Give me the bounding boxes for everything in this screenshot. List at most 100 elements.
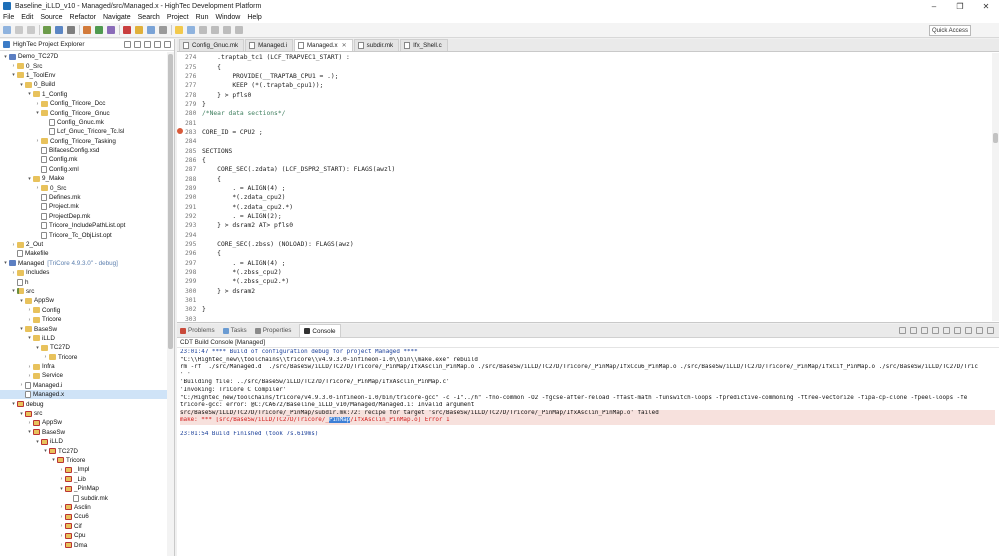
collapsed-arrow-icon[interactable]: › <box>58 523 65 529</box>
menu-edit[interactable]: Edit <box>21 14 33 21</box>
tree-item[interactable]: ▾ TC27D <box>0 343 168 352</box>
save-all-icon[interactable] <box>27 26 35 34</box>
tree-item[interactable]: ▾ 1_ToolEnv <box>0 71 168 80</box>
menu-search[interactable]: Search <box>138 14 160 21</box>
collapse-all-icon[interactable] <box>124 41 131 48</box>
tree-item[interactable]: ▾ Config_Tricore_Gnuc <box>0 108 168 117</box>
copy-icon[interactable] <box>943 327 950 334</box>
collapsed-arrow-icon[interactable]: › <box>58 504 65 510</box>
maximize-view-icon[interactable] <box>987 327 994 334</box>
view-menu-icon[interactable] <box>144 41 151 48</box>
expanded-arrow-icon[interactable]: ▾ <box>2 54 9 60</box>
menu-project[interactable]: Project <box>167 14 189 21</box>
tree-item[interactable]: Tricore_IncludePathList.opt <box>0 221 168 230</box>
tree-item[interactable]: Managed.x <box>0 390 168 400</box>
code-view[interactable]: 274 .traptab_tc1 (LCF_TRAPVEC1_START) :2… <box>177 53 992 321</box>
tree-item[interactable]: Defines.mk <box>0 193 168 202</box>
display-selected-console-icon[interactable] <box>954 327 961 334</box>
collapsed-arrow-icon[interactable]: › <box>34 101 41 107</box>
collapsed-arrow-icon[interactable]: › <box>10 242 17 248</box>
tree-item[interactable]: › Service <box>0 371 168 380</box>
collapsed-arrow-icon[interactable]: › <box>34 138 41 144</box>
tree-item[interactable]: BifacesConfig.xsd <box>0 146 168 155</box>
new-icon[interactable] <box>3 26 11 34</box>
expanded-arrow-icon[interactable]: ▾ <box>18 326 25 332</box>
expanded-arrow-icon[interactable]: ▾ <box>2 260 9 266</box>
back-icon[interactable] <box>223 26 231 34</box>
tree-item[interactable]: ProjectDep.mk <box>0 212 168 221</box>
run-icon[interactable] <box>95 26 103 34</box>
collapsed-arrow-icon[interactable]: › <box>58 467 65 473</box>
menu-source[interactable]: Source <box>40 14 62 21</box>
highlight-icon[interactable] <box>175 26 183 34</box>
tree-item[interactable]: › Infra <box>0 362 168 371</box>
tree-item[interactable]: ▾ AppSw <box>0 296 168 305</box>
tree-item[interactable]: › Asclin <box>0 503 168 512</box>
show-whitespace-icon[interactable] <box>187 26 195 34</box>
tree-item[interactable]: Makefile <box>0 249 168 258</box>
tree-item[interactable]: › 2_Out <box>0 240 168 249</box>
menu-navigate[interactable]: Navigate <box>103 14 131 21</box>
tree-item[interactable]: ▾ BaseSw <box>0 324 168 333</box>
tree-item[interactable]: ▾ 1_Config <box>0 90 168 99</box>
tree-item[interactable]: › Tricore <box>0 315 168 324</box>
collapsed-arrow-icon[interactable]: › <box>34 185 41 191</box>
tree-item[interactable]: Tricore_Tc_ObjList.opt <box>0 230 168 239</box>
gutter[interactable] <box>177 128 185 136</box>
tree-item[interactable]: subdir.mk <box>0 493 168 502</box>
collapsed-arrow-icon[interactable]: › <box>26 307 33 313</box>
scroll-lock-icon[interactable] <box>899 327 906 334</box>
tree-item[interactable]: › _Lib <box>0 475 168 484</box>
tab-properties[interactable]: Properties <box>254 327 291 334</box>
tree-item[interactable]: ▾ Tricore <box>0 456 168 465</box>
settings-icon[interactable] <box>67 26 75 34</box>
minimize-view-icon[interactable] <box>976 327 983 334</box>
tree-item[interactable]: ▾ src <box>0 287 168 296</box>
next-annotation-icon[interactable] <box>199 26 207 34</box>
collapsed-arrow-icon[interactable]: › <box>26 373 33 379</box>
expanded-arrow-icon[interactable]: ▾ <box>10 72 17 78</box>
tree-item[interactable]: Project.mk <box>0 202 168 211</box>
menu-run[interactable]: Run <box>196 14 209 21</box>
tree-item[interactable]: › Config_Tricore_Dcc <box>0 99 168 108</box>
expanded-arrow-icon[interactable]: ▾ <box>34 110 41 116</box>
expanded-arrow-icon[interactable]: ▾ <box>18 82 25 88</box>
close-button[interactable]: ✕ <box>973 0 999 12</box>
tree-item[interactable]: › Cif <box>0 522 168 531</box>
editor-tab[interactable]: Config_Gnuc.mk <box>179 39 245 51</box>
expanded-arrow-icon[interactable]: ▾ <box>26 429 33 435</box>
tree-item[interactable]: ▾ Managed [TriCore 4.9.3.0" - debug] <box>0 259 168 268</box>
tab-tasks[interactable]: Tasks <box>222 327 247 334</box>
expanded-arrow-icon[interactable]: ▾ <box>26 176 33 182</box>
explorer-scrollbar[interactable] <box>167 52 174 556</box>
tree-item[interactable]: › Ccu6 <box>0 512 168 521</box>
collapsed-arrow-icon[interactable]: › <box>18 382 25 388</box>
open-type-icon[interactable] <box>135 26 143 34</box>
close-tab-icon[interactable]: ✕ <box>342 42 347 49</box>
tree-item[interactable]: ▾ TC27D <box>0 446 168 455</box>
tree-item[interactable]: › AppSw <box>0 418 168 427</box>
tree-item[interactable]: › Config_Tricore_Tasking <box>0 137 168 146</box>
expanded-arrow-icon[interactable]: ▾ <box>34 345 41 351</box>
tab-problems[interactable]: Problems <box>180 327 215 334</box>
search-icon[interactable] <box>147 26 155 34</box>
tree-item[interactable]: › Config <box>0 306 168 315</box>
collapsed-arrow-icon[interactable]: › <box>58 542 65 548</box>
collapsed-arrow-icon[interactable]: › <box>26 317 33 323</box>
expanded-arrow-icon[interactable]: ▾ <box>10 401 17 407</box>
collapsed-arrow-icon[interactable]: › <box>10 63 17 69</box>
word-wrap-icon[interactable] <box>932 327 939 334</box>
tree-item[interactable]: Config_Gnuc.mk <box>0 118 168 127</box>
expanded-arrow-icon[interactable]: ▾ <box>26 335 33 341</box>
collapsed-arrow-icon[interactable]: › <box>10 270 17 276</box>
tree-item[interactable]: ▾ 0_Build <box>0 80 168 89</box>
tree-item[interactable]: ▾ debug <box>0 399 168 408</box>
expanded-arrow-icon[interactable]: ▾ <box>42 448 49 454</box>
expanded-arrow-icon[interactable]: ▾ <box>50 457 57 463</box>
tree-item[interactable]: ▾ src <box>0 409 168 418</box>
stop-icon[interactable] <box>123 26 131 34</box>
expanded-arrow-icon[interactable]: ▾ <box>18 298 25 304</box>
maximize-view-icon[interactable] <box>164 41 171 48</box>
forward-icon[interactable] <box>235 26 243 34</box>
tree-item[interactable]: Config.mk <box>0 155 168 164</box>
